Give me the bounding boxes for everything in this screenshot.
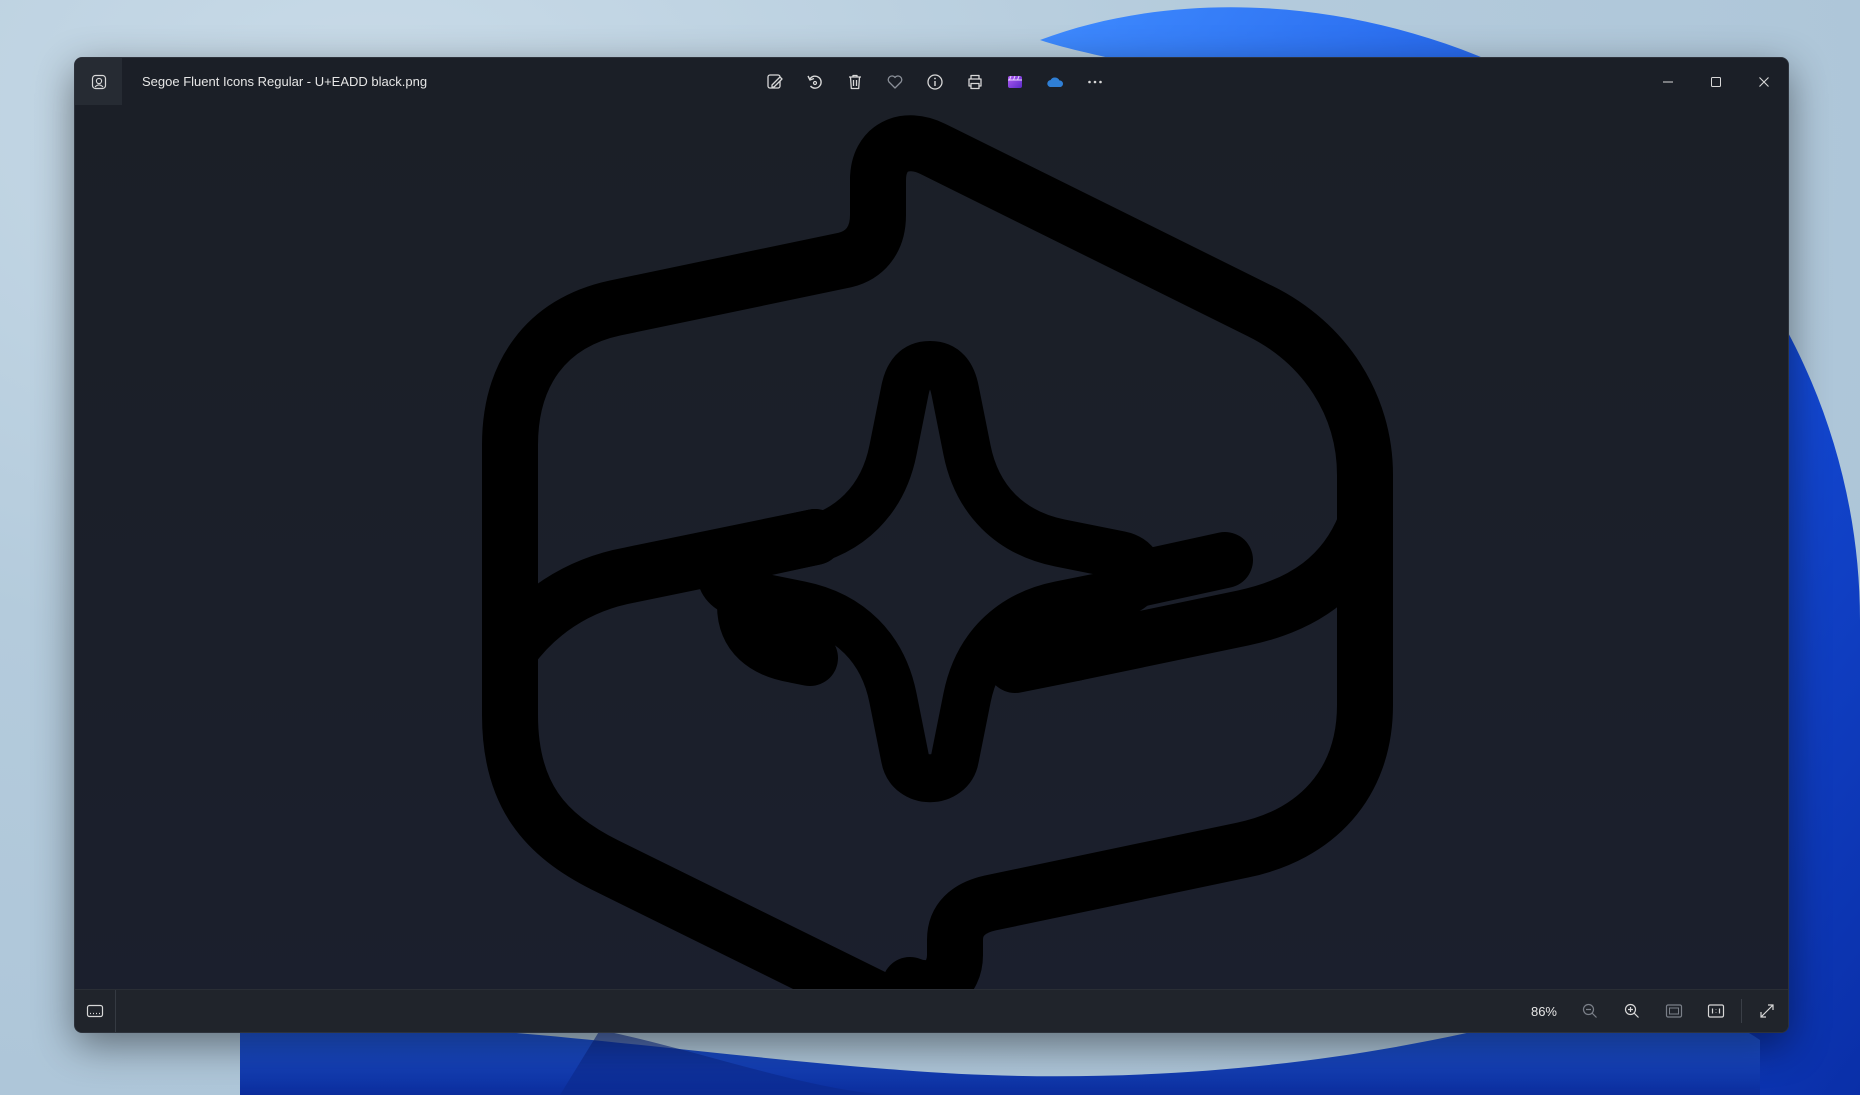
close-icon [1759,76,1769,87]
actual-size-button[interactable] [1695,990,1737,1032]
maximize-icon [1711,76,1721,87]
edit-image-button[interactable] [755,62,795,102]
maximize-button[interactable] [1692,58,1740,105]
print-icon [968,74,982,89]
more-options-icon [1088,80,1102,83]
window-title: Segoe Fluent Icons Regular - U+EADD blac… [142,74,428,89]
onedrive-button[interactable] [1035,62,1075,102]
fit-to-window-button[interactable] [1653,990,1695,1032]
delete-button[interactable] [835,62,875,102]
toolbar [755,58,1115,105]
zoom-in-icon [1624,1003,1639,1018]
full-screen-icon [1760,1004,1774,1018]
zoom-in-button[interactable] [1611,990,1653,1032]
minimize-icon [1663,81,1673,82]
rotate-button[interactable] [795,62,835,102]
full-screen-button[interactable] [1746,990,1788,1032]
zoom-level[interactable]: 86% [1531,1004,1557,1019]
close-button[interactable] [1740,58,1788,105]
onedrive-icon [1047,76,1064,87]
photos-app-icon[interactable] [75,58,122,105]
more-options-button[interactable] [1075,62,1115,102]
file-info-button[interactable] [915,62,955,102]
fit-to-window-icon [1665,1004,1683,1018]
zoom-out-button[interactable] [1569,990,1611,1032]
photos-app-window: Segoe Fluent Icons Regular - U+EADD blac… [74,57,1789,1033]
zoom-controls: 86% [1531,990,1788,1032]
status-bar: 86% [75,989,1788,1032]
info-icon [927,73,943,90]
print-button[interactable] [955,62,995,102]
minimize-button[interactable] [1644,58,1692,105]
actual-size-icon [1707,1004,1725,1018]
edit-image-icon [767,73,783,89]
clipchamp-icon [1008,75,1022,88]
rotate-icon [807,74,822,89]
delete-icon [849,74,861,89]
image-canvas[interactable] [75,105,1788,990]
copilot-glyph-image [482,115,1393,990]
clipchamp-button[interactable] [995,62,1035,102]
status-separator [1741,999,1742,1023]
favorite-button[interactable] [875,62,915,102]
window-controls [1644,58,1788,105]
filmstrip-toggle-button[interactable] [75,990,116,1032]
filmstrip-icon [86,1004,104,1018]
zoom-out-icon [1582,1003,1597,1018]
favorite-heart-icon [887,74,903,89]
